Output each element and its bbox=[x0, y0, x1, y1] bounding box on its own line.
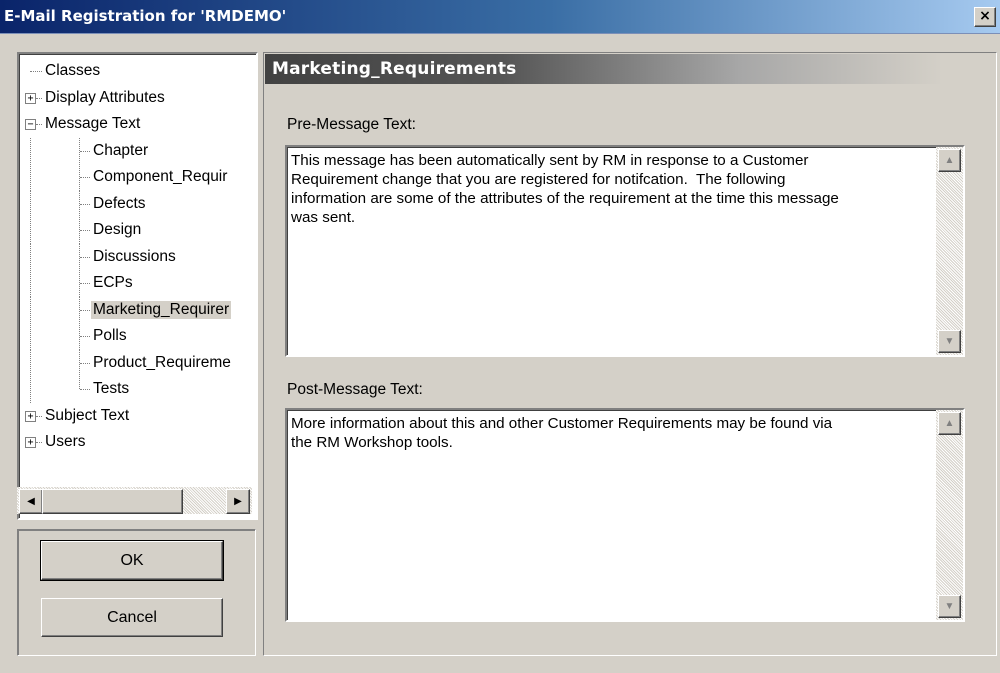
tree-connector bbox=[30, 270, 31, 297]
scroll-down-icon[interactable]: ▼ bbox=[938, 595, 961, 618]
tree-item[interactable]: Product_Requireme bbox=[19, 349, 256, 377]
pre-message-scrollbar[interactable]: ▲ ▼ bbox=[936, 147, 963, 355]
tree-item[interactable]: Marketing_Requirer bbox=[19, 296, 256, 324]
tree-item-label: Users bbox=[45, 433, 86, 450]
close-button[interactable]: × bbox=[974, 7, 996, 27]
pre-message-text: This message has been automatically sent… bbox=[291, 152, 839, 226]
tree-connector bbox=[30, 190, 31, 218]
post-message-text: More information about this and other Cu… bbox=[291, 415, 833, 451]
tree-item-label: Design bbox=[93, 221, 142, 238]
tree-item-label: Subject Text bbox=[45, 406, 130, 424]
scroll-thumb[interactable] bbox=[42, 489, 183, 514]
tree-horizontal-scrollbar[interactable]: ◀ ▶ bbox=[17, 487, 252, 514]
tree-item[interactable]: Classes bbox=[19, 58, 256, 85]
tree-connector bbox=[36, 97, 42, 99]
scroll-up-icon[interactable]: ▲ bbox=[938, 412, 961, 435]
button-group: OK Cancel bbox=[17, 529, 256, 656]
tree-connector bbox=[30, 243, 31, 271]
expand-icon[interactable]: + bbox=[25, 92, 36, 104]
tree-item-label: Tests bbox=[93, 380, 130, 397]
tree-connector bbox=[30, 217, 31, 244]
tree-connector bbox=[36, 124, 42, 125]
tree-item-label: Component_Requir bbox=[93, 168, 228, 185]
tree-item[interactable]: Polls bbox=[19, 323, 256, 350]
scroll-left-icon[interactable]: ◀ bbox=[19, 489, 43, 514]
tree-connector bbox=[30, 376, 31, 403]
tree-connector bbox=[36, 415, 42, 417]
tree-connector bbox=[30, 349, 31, 377]
post-message-scrollbar[interactable]: ▲ ▼ bbox=[936, 410, 963, 620]
tree-item[interactable]: Defects bbox=[19, 190, 256, 218]
tree-item-label: Chapter bbox=[93, 141, 149, 159]
tree-view[interactable]: Classes + Display Attributes − Message Text C… bbox=[17, 52, 258, 520]
tree-item-label: ECPs bbox=[93, 274, 133, 291]
tree-connector bbox=[80, 389, 90, 390]
scroll-right-icon[interactable]: ▶ bbox=[226, 489, 250, 514]
scroll-up-icon[interactable]: ▲ bbox=[938, 149, 961, 172]
tree-connector bbox=[30, 71, 42, 72]
tree-connector bbox=[30, 323, 31, 350]
tree-connector bbox=[30, 137, 31, 165]
tree-item[interactable]: Discussions bbox=[19, 243, 256, 271]
tree-connector bbox=[36, 442, 42, 443]
tree-connector bbox=[80, 362, 90, 364]
title-bar: E-Mail Registration for 'RMDEMO' × bbox=[0, 0, 1000, 34]
tree-item[interactable]: ECPs bbox=[19, 270, 256, 297]
collapse-icon[interactable]: − bbox=[25, 119, 36, 130]
tree-item[interactable]: − Message Text bbox=[19, 111, 256, 138]
tree-item-label: Product_Requireme bbox=[93, 353, 231, 371]
post-message-textarea[interactable]: More information about this and other Cu… bbox=[285, 408, 965, 622]
tree-connector bbox=[30, 296, 31, 324]
scroll-down-icon[interactable]: ▼ bbox=[938, 330, 961, 353]
tree-connector bbox=[80, 203, 90, 205]
tree-item[interactable]: Component_Requir bbox=[19, 164, 256, 191]
tree-connector bbox=[80, 283, 90, 284]
post-message-label: Post-Message Text: bbox=[287, 381, 423, 398]
tree-item-label: Marketing_Requirer bbox=[91, 300, 232, 319]
window-title: E-Mail Registration for 'RMDEMO' bbox=[4, 7, 287, 25]
tree-connector bbox=[80, 256, 90, 258]
tree-item-label: Discussions bbox=[93, 247, 176, 265]
tree-items: Classes + Display Attributes − Message Text C… bbox=[19, 58, 256, 456]
tree-item-label: Display Attributes bbox=[45, 88, 165, 106]
tree-connector bbox=[80, 230, 90, 231]
panel-header-title: Marketing_Requirements bbox=[272, 59, 517, 79]
panel-header: Marketing_Requirements bbox=[265, 54, 943, 84]
tree-connector bbox=[80, 150, 90, 152]
tree-item-label: Defects bbox=[93, 194, 146, 212]
tree-item-label: Classes bbox=[45, 62, 101, 79]
tree-connector bbox=[80, 309, 90, 311]
ok-button[interactable]: OK bbox=[40, 540, 224, 581]
tree-connector bbox=[30, 164, 31, 191]
cancel-button[interactable]: Cancel bbox=[41, 598, 223, 637]
tree-connector bbox=[80, 177, 90, 178]
tree-item[interactable]: + Subject Text bbox=[19, 403, 256, 430]
tree-item-label: Polls bbox=[93, 327, 127, 344]
tree-item[interactable]: + Display Attributes bbox=[19, 85, 256, 112]
tree-item[interactable]: Chapter bbox=[19, 137, 256, 165]
pre-message-label: Pre-Message Text: bbox=[287, 116, 416, 133]
pre-message-textarea[interactable]: This message has been automatically sent… bbox=[285, 145, 965, 357]
tree-item[interactable]: Tests bbox=[19, 376, 256, 403]
tree-connector bbox=[79, 376, 80, 389]
tree-connector bbox=[80, 336, 90, 337]
tree-item-label: Message Text bbox=[45, 115, 141, 132]
tree-item[interactable]: Design bbox=[19, 217, 256, 244]
tree-item[interactable]: + Users bbox=[19, 429, 256, 456]
expand-icon[interactable]: + bbox=[25, 410, 36, 422]
expand-icon[interactable]: + bbox=[25, 437, 36, 448]
